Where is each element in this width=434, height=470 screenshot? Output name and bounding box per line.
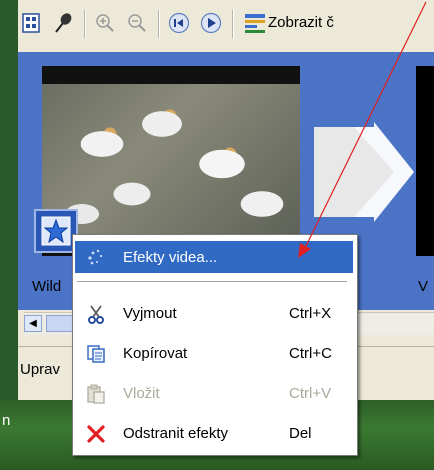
menu-item-remove-effects[interactable]: Odstranit efekty Del — [75, 417, 353, 449]
rewind-icon[interactable] — [168, 12, 190, 34]
menu-item-paste[interactable]: Vložit Ctrl+V — [75, 377, 353, 409]
storyboard-toolbar: Zobrazit č — [18, 0, 434, 52]
menu-item-cut[interactable]: Vyjmout Ctrl+X — [75, 297, 353, 329]
toolbar-separator — [158, 10, 159, 38]
clip-title: Wild — [32, 278, 62, 295]
delete-icon — [85, 423, 107, 445]
desktop-icon-label: n — [2, 412, 11, 429]
menu-item-video-effects[interactable]: Efekty videa... — [75, 241, 353, 273]
status-text: Uprav — [20, 361, 61, 378]
menu-item-shortcut: Del — [289, 425, 312, 442]
scroll-left-button[interactable]: ◀ — [24, 315, 42, 332]
toolbar-separator — [84, 10, 85, 38]
menu-separator — [77, 281, 347, 282]
video-effects-icon — [85, 247, 107, 269]
next-clip-title: V — [418, 278, 429, 295]
zoom-out-icon[interactable] — [126, 12, 148, 34]
menu-item-label: Kopírovat — [123, 345, 188, 362]
view-timeline-button-label[interactable]: Zobrazit č — [268, 14, 334, 31]
menu-item-label: Vyjmout — [123, 305, 177, 322]
menu-item-label: Efekty videa... — [123, 249, 218, 266]
desktop-background-left — [0, 0, 18, 400]
menu-item-label: Vložit — [123, 385, 160, 402]
menu-item-shortcut: Ctrl+V — [289, 385, 332, 402]
play-icon[interactable] — [200, 12, 222, 34]
menu-item-shortcut: Ctrl+X — [289, 305, 332, 322]
paste-icon — [85, 383, 107, 405]
copy-icon — [85, 343, 107, 365]
menu-item-shortcut: Ctrl+C — [289, 345, 332, 362]
timeline-icon[interactable] — [244, 12, 266, 34]
scissors-icon — [85, 303, 107, 325]
pin-icon[interactable] — [52, 12, 74, 34]
next-clip-thumbnail[interactable] — [416, 66, 434, 256]
menu-item-label: Odstranit efekty — [123, 425, 229, 442]
context-menu: Efekty videa... Vyjmout Ctrl+X Kopírovat… — [72, 234, 358, 456]
storyboard-icon[interactable] — [20, 12, 42, 34]
clip-thumbnail[interactable] — [42, 66, 300, 256]
zoom-in-icon[interactable] — [94, 12, 116, 34]
menu-item-copy[interactable]: Kopírovat Ctrl+C — [75, 337, 353, 369]
clip-image-gannets — [42, 84, 300, 234]
toolbar-separator — [232, 10, 233, 38]
